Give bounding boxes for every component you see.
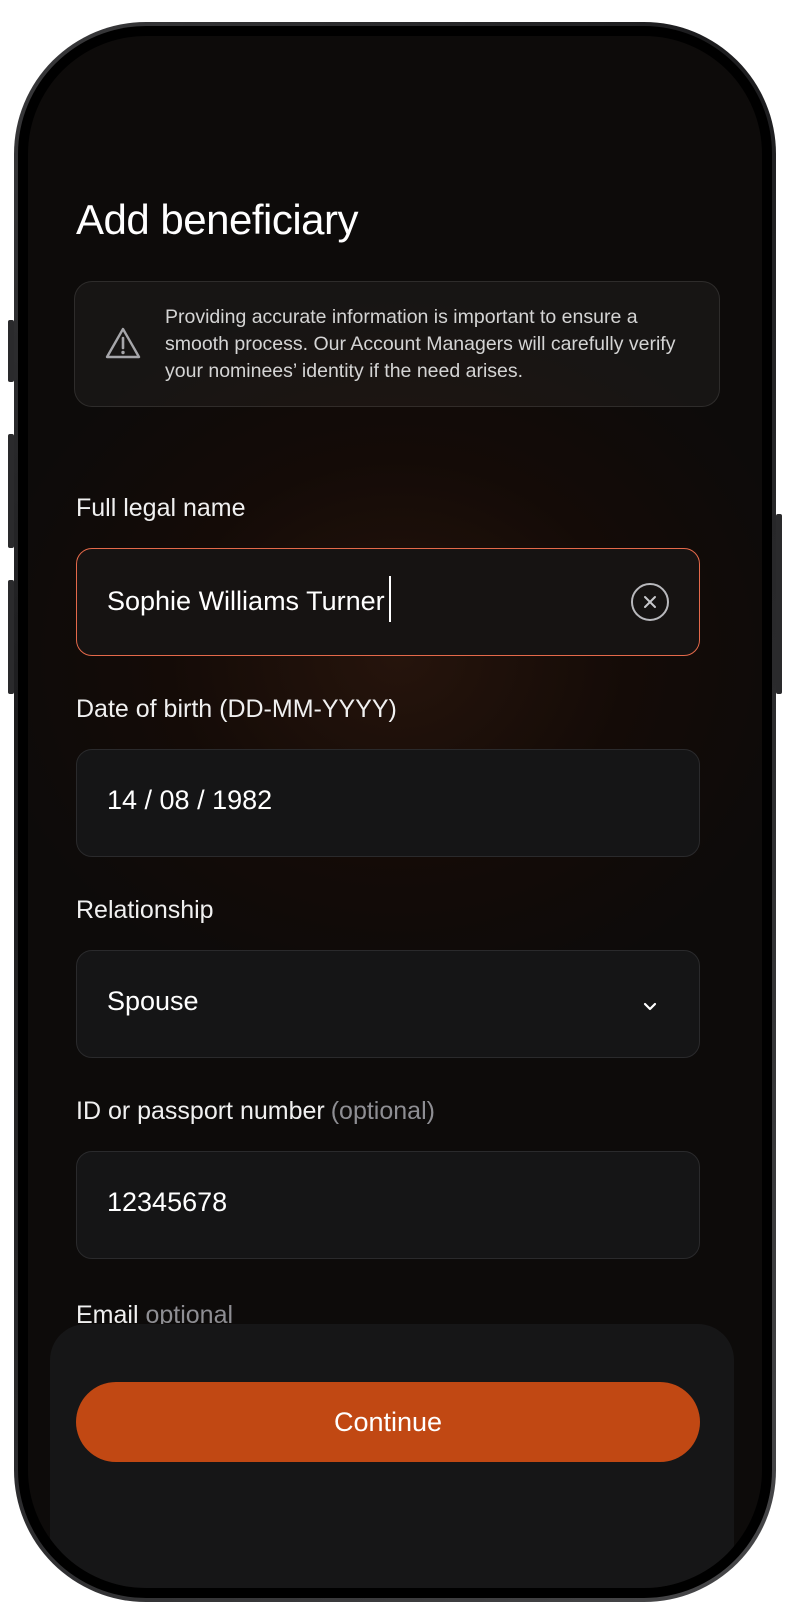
full-name-value: Sophie Williams Turner xyxy=(107,576,391,622)
relationship-value: Spouse xyxy=(107,986,199,1016)
id-number-label: ID or passport number (optional) xyxy=(76,1097,435,1125)
action-button xyxy=(8,320,14,382)
chevron-down-icon xyxy=(643,999,657,1011)
notice-text: Providing accurate information is import… xyxy=(165,306,676,382)
text-caret xyxy=(388,576,391,622)
id-optional-tag: (optional) xyxy=(330,1097,435,1125)
device-bezel: Add beneficiary Providing accurate infor… xyxy=(18,26,772,1598)
continue-button[interactable]: Continue xyxy=(76,1382,700,1462)
dob-label: Date of birth (DD-MM-YYYY) xyxy=(76,695,397,723)
clear-circle-icon[interactable] xyxy=(631,583,669,621)
full-name-input[interactable]: Sophie Williams Turner xyxy=(76,548,700,656)
power-button xyxy=(776,514,782,694)
id-number-input[interactable]: 12345678 xyxy=(76,1151,700,1259)
info-notice: Providing accurate information is import… xyxy=(74,281,720,407)
dob-input[interactable]: 14 / 08 / 1982 xyxy=(76,749,700,857)
warning-triangle-icon xyxy=(105,326,141,360)
page-title: Add beneficiary xyxy=(76,196,359,243)
phone-frame: Add beneficiary Providing accurate infor… xyxy=(8,22,782,1602)
app-screen: Add beneficiary Providing accurate infor… xyxy=(28,36,762,1588)
volume-down-button xyxy=(8,580,14,694)
volume-up-button xyxy=(8,434,14,548)
id-number-value: 12345678 xyxy=(107,1187,228,1217)
relationship-label: Relationship xyxy=(76,896,214,924)
dob-value: 14 / 08 / 1982 xyxy=(107,785,273,815)
relationship-select[interactable]: Spouse xyxy=(76,950,700,1058)
full-name-label: Full legal name xyxy=(76,494,246,522)
